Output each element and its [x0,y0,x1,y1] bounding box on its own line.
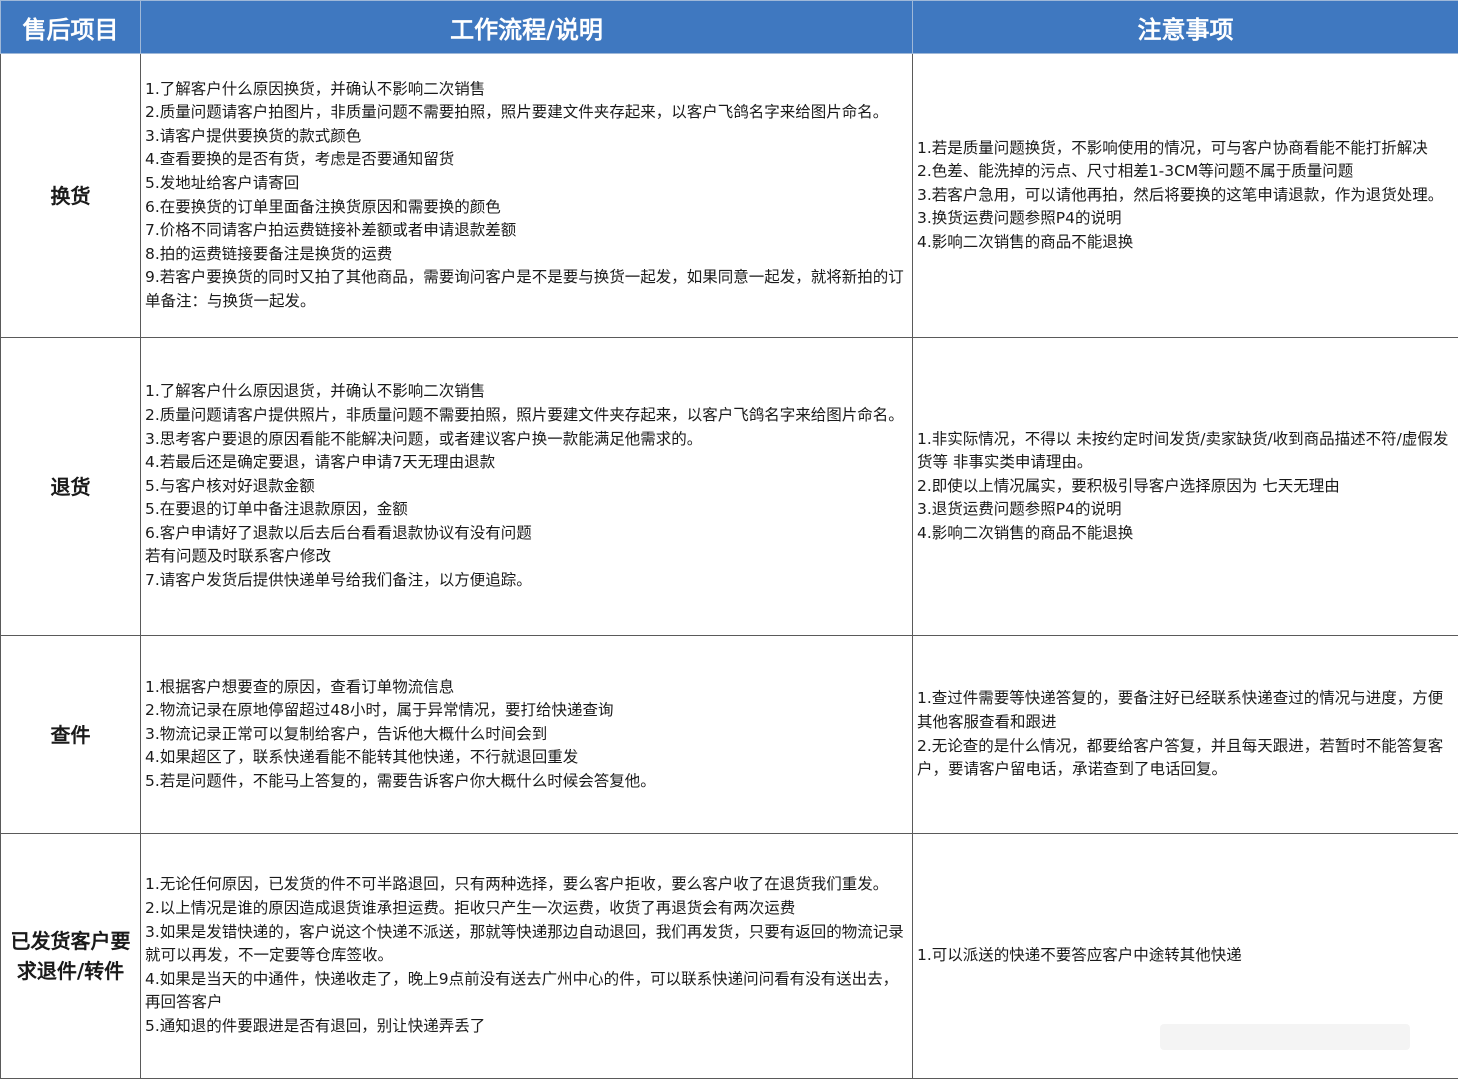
flow-step: 6.客户申请好了退款以后去后台看看退款协议有没有问题 [145,523,532,542]
note-item: 1.可以派送的快递不要答应客户中途转其他快递 [917,946,1242,965]
flow-step: 若有问题及时联系客户修改 [145,547,332,566]
item-cell: 换货 [0,53,141,338]
flow-cell: 1.根据客户想要查的原因，查看订单物流信息 2.物流记录在原地停留超过48小时，… [140,635,913,834]
flow-cell: 1.了解客户什么原因退货，并确认不影响二次销售 2.质量问题请客户提供照片，非质… [140,337,913,636]
header-note: 注意事项 [912,0,1458,54]
flow-step: 5.与客户核对好退款金额 [145,476,315,495]
flow-step: 2.物流记录在原地停留超过48小时，属于异常情况，要打给快递查询 [145,701,614,720]
note-item: 1.查过件需要等快递答复的，要备注好已经联系快递查过的情况与进度，方便其他客服查… [917,689,1444,731]
item-cell: 已发货客户要求退件/转件 [0,833,141,1079]
flow-cell: 1.了解客户什么原因换货，并确认不影响二次销售 2.质量问题请客户拍图片，非质量… [140,53,913,338]
flow-step: 4.如果是当天的中通件，快递收走了，晚上9点前没有送去广州中心的件，可以联系快递… [145,969,899,1012]
note-item: 1.非实际情况，不得以 未按约定时间发货/卖家缺货/收到商品描述不符/虚假发货等… [917,429,1449,472]
note-item: 3.退货运费问题参照P4的说明 [917,500,1122,519]
flow-step: 7.请客户发货后提供快递单号给我们备注，以方便追踪。 [145,571,532,590]
flow-step: 5.在要退的订单中备注退款原因，金额 [145,500,408,519]
flow-step: 1.了解客户什么原因退货，并确认不影响二次销售 [145,382,486,401]
flow-step: 5.若是问题件，不能马上答复的，需要告诉客户你大概什么时候会答复他。 [145,771,656,790]
flow-step: 2.质量问题请客户拍图片，非质量问题不需要拍照，照片要建文件夹存起来，以客户飞鸽… [145,103,889,122]
flow-step: 7.价格不同请客户拍运费链接补差额或者申请退款差额 [145,221,517,240]
note-item: 2.色差、能洗掉的污点、尺寸相差1-3CM等问题不属于质量问题 [917,162,1354,181]
note-item: 2.无论查的是什么情况，都要给客户答复，并且每天跟进，若暂时不能答复客户，要请客… [917,736,1444,779]
flow-step: 1.无论任何原因，已发货的件不可半路退回，只有两种选择，要么客户拒收，要么客户收… [145,875,889,894]
flow-step: 1.了解客户什么原因换货，并确认不影响二次销售 [145,79,486,98]
flow-step: 3.如果是发错快递的，客户说这个快递不派送，那就等快递那边自动退回，我们再发货，… [145,922,904,965]
flow-step: 6.在要换货的订单里面备注换货原因和需要换的颜色 [145,197,501,216]
note-item: 4.影响二次销售的商品不能退换 [917,232,1134,251]
after-sales-table: 售后项目 工作流程/说明 注意事项 换货 1.了解客户什么原因换货，并确认不影响… [0,0,1458,1079]
flow-step: 5.通知退的件要跟进是否有退回，别让快递弄丢了 [145,1016,486,1035]
flow-cell: 1.无论任何原因，已发货的件不可半路退回，只有两种选择，要么客户拒收，要么客户收… [140,833,913,1079]
watermark-blur [1160,1024,1410,1050]
note-cell: 1.若是质量问题换货，不影响使用的情况，可与客户协商看能不能打折解决 2.色差、… [912,53,1458,338]
flow-step: 5.发地址给客户请寄回 [145,173,300,192]
item-cell: 查件 [0,635,141,834]
header-row: 售后项目 工作流程/说明 注意事项 [0,0,1458,54]
note-item: 3.换货运费问题参照P4的说明 [917,209,1122,228]
flow-step: 8.拍的运费链接要备注是换货的运费 [145,244,393,263]
flow-step: 4.若最后还是确定要退，请客户申请7天无理由退款 [145,453,496,472]
table-row-return: 退货 1.了解客户什么原因退货，并确认不影响二次销售 2.质量问题请客户提供照片… [0,337,1458,636]
header-flow: 工作流程/说明 [140,0,913,54]
table-row-exchange: 换货 1.了解客户什么原因换货，并确认不影响二次销售 2.质量问题请客户拍图片，… [0,53,1458,338]
note-item: 2.即使以上情况属实，要积极引导客户选择原因为 七天无理由 [917,476,1340,495]
flow-step: 1.根据客户想要查的原因，查看订单物流信息 [145,677,455,696]
note-cell: 1.查过件需要等快递答复的，要备注好已经联系快递查过的情况与进度，方便其他客服查… [912,635,1458,834]
flow-step: 3.物流记录正常可以复制给客户，告诉他大概什么时间会到 [145,724,548,743]
table-row-track: 查件 1.根据客户想要查的原因，查看订单物流信息 2.物流记录在原地停留超过48… [0,635,1458,834]
flow-step: 2.以上情况是谁的原因造成退货谁承担运费。拒收只产生一次运费，收货了再退货会有两… [145,899,796,918]
note-cell: 1.非实际情况，不得以 未按约定时间发货/卖家缺货/收到商品描述不符/虚假发货等… [912,337,1458,636]
flow-step: 3.请客户提供要换货的款式颜色 [145,126,362,145]
flow-step: 4.查看要换的是否有货，考虑是否要通知留货 [145,150,455,169]
note-item: 3.若客户急用，可以请他再拍，然后将要换的这笔申请退款，作为退货处理。 [917,185,1444,204]
note-item: 1.若是质量问题换货，不影响使用的情况，可与客户协商看能不能打折解决 [917,138,1428,157]
item-cell: 退货 [0,337,141,636]
flow-step: 9.若客户要换货的同时又拍了其他商品，需要询问客户是不是要与换货一起发，如果同意… [145,268,904,310]
note-item: 4.影响二次销售的商品不能退换 [917,523,1134,542]
flow-step: 4.如果超区了，联系快递看能不能转其他快递，不行就退回重发 [145,748,579,767]
flow-step: 3.思考客户要退的原因看能不能解决问题，或者建议客户换一款能满足他需求的。 [145,429,703,448]
header-item: 售后项目 [0,0,141,54]
flow-step: 2.质量问题请客户提供照片，非质量问题不需要拍照，照片要建文件夹存起来，以客户飞… [145,405,904,424]
